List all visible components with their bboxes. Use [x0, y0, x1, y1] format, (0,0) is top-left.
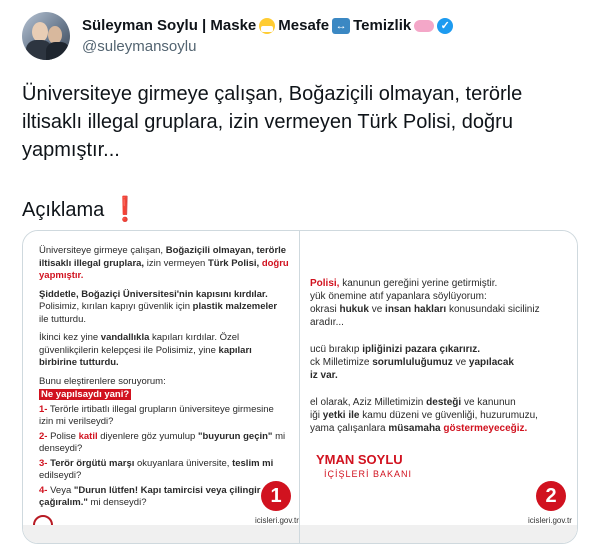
card1-q4: 4- Veya "Durun lütfen! Kapı tamircisi ve… — [39, 484, 261, 509]
tweet-text-aciklama: Açıklama ❗ — [22, 196, 140, 224]
card2-line: ucü bırakıp ipliğinizi pazara çıkarırız. — [310, 344, 481, 355]
display-name-text: Süleyman Soylu | Maske — [82, 17, 257, 34]
card1-question-intro: Bunu eleştirenlere soruyorum: — [39, 375, 166, 387]
media-image-1[interactable]: Üniversiteye girmeye çalışan, Boğaziçili… — [23, 231, 300, 543]
card2-line: okrasi hukuk ve insan hakları konusundak… — [310, 304, 540, 315]
page-number-badge: 1 — [261, 481, 291, 511]
card2-line: el olarak, Aziz Milletimizin desteği ve … — [310, 397, 516, 408]
card-footer-bar — [23, 525, 299, 543]
card2-line: yük önemine atıf yapanlara söylüyorum: — [310, 291, 487, 302]
left-right-arrow-emoji-icon: ↔ — [332, 17, 351, 34]
soap-emoji-icon — [414, 19, 435, 32]
card2-line: iz var. — [310, 370, 338, 381]
card1-q3: 3- Terör örgütü marşı okuyanlara ünivers… — [39, 457, 274, 482]
media-image-2[interactable]: Polisi, kanunun gereğini yerine getirmiş… — [300, 231, 577, 543]
user-handle[interactable]: @suleymansoylu — [82, 38, 196, 55]
card1-question-head: Ne yapılsaydı yani? — [39, 389, 132, 400]
card2-line: aradır... — [310, 317, 344, 328]
card1-para3: İkinci kez yine vandallıkla kapıları kır… — [39, 332, 252, 368]
display-name[interactable]: Süleyman Soylu | Maske Mesafe ↔ Temizlik… — [82, 17, 454, 34]
mask-emoji-icon — [259, 17, 276, 34]
aciklama-label: Açıklama — [22, 199, 105, 221]
card1-para2: Şiddetle, Boğaziçi Üniversitesi'nin kapı… — [39, 288, 278, 325]
display-name-word: Mesafe — [278, 17, 330, 34]
avatar-face — [32, 22, 48, 42]
card1-q1: 1- Terörle irtibatlı illegal grupların ü… — [39, 403, 274, 428]
avatar[interactable] — [22, 12, 70, 60]
signature-name: YMAN SOYLU — [316, 452, 403, 467]
tweet-header: Süleyman Soylu | Maske Mesafe ↔ Temizlik… — [22, 12, 582, 60]
signature-title: İÇİŞLERİ BAKANI — [324, 469, 413, 479]
card2-line: iği yetki ile kamu düzeni ve güvenliği, … — [310, 410, 538, 421]
card-footer-bar — [300, 525, 577, 543]
tweet-text: Üniversiteye girmeye çalışan, Boğaziçili… — [22, 83, 523, 161]
avatar-body — [46, 42, 70, 60]
display-name-word: Temizlik — [353, 17, 412, 34]
card1-q2: 2- Polise katil diyenlere göz yumulup "b… — [39, 430, 286, 455]
tweet-media[interactable]: Üniversiteye girmeye çalışan, Boğaziçili… — [22, 230, 578, 544]
exclamation-emoji-icon: ❗ — [110, 196, 141, 223]
page-number-badge: 2 — [536, 481, 566, 511]
card1-intro: Üniversiteye girmeye çalışan, Boğaziçili… — [39, 245, 289, 281]
card2-line: ck Milletimize sorumluluğumuz ve yapılac… — [310, 357, 514, 368]
card2-line: Polisi, kanunun gereğini yerine getirmiş… — [310, 278, 498, 289]
card2-line: yama çalışanlara müsamaha göstermeyeceği… — [310, 423, 528, 434]
verified-badge-icon: ✓ — [437, 17, 454, 34]
